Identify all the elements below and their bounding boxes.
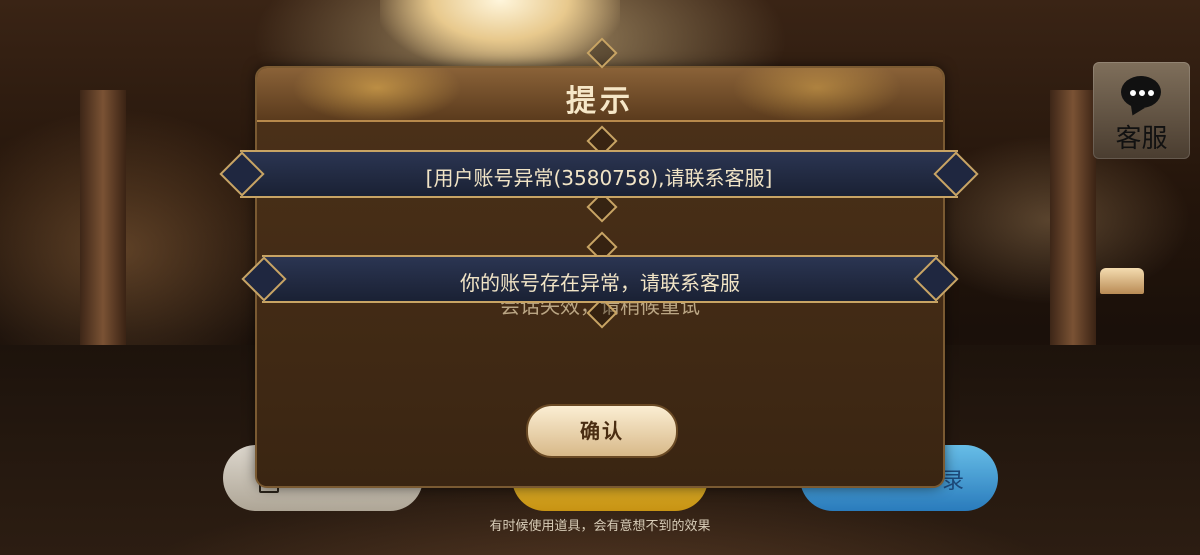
toast-banner-account-error: [用户账号异常(3580758),请联系客服]: [240, 150, 958, 198]
toast-text: [用户账号异常(3580758),请联系客服]: [425, 166, 773, 190]
table-lamp: [1100, 268, 1144, 294]
toast-text: 你的账号存在异常，请联系客服: [460, 271, 740, 295]
chandelier: [380, 0, 620, 70]
customer-service-label: 客服: [1115, 124, 1168, 154]
background-button-right-label: 录: [941, 469, 964, 494]
toast-banner-contact-support: 你的账号存在异常，请联系客服: [262, 255, 938, 303]
footer-hint: 有时候使用道具，会有意想不到的效果: [489, 519, 711, 534]
dialog-header: 提示: [257, 68, 943, 122]
confirm-button[interactable]: 确认: [526, 404, 678, 458]
customer-service-button[interactable]: 客服: [1093, 62, 1190, 159]
dialog-title: 提示: [566, 84, 634, 119]
